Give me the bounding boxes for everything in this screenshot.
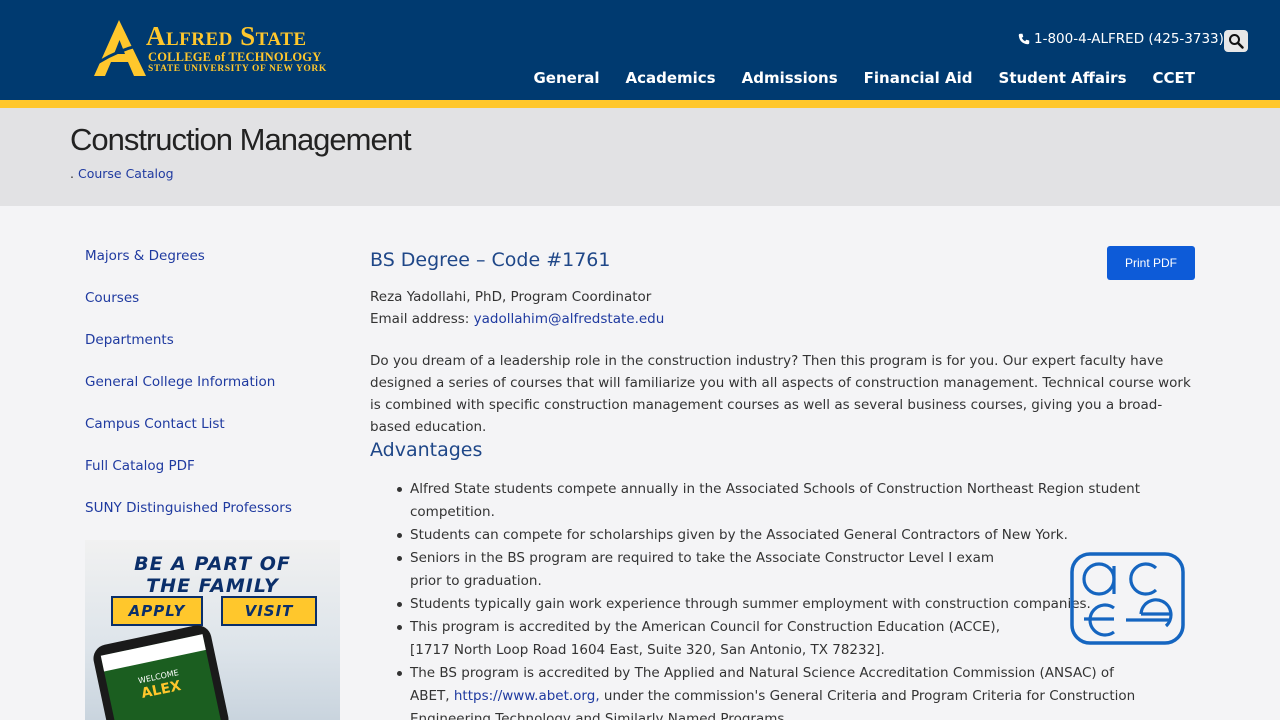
nav-academics[interactable]: Academics <box>625 68 715 88</box>
breadcrumb: . Course Catalog <box>70 166 174 181</box>
page-title: Construction Management <box>70 122 412 157</box>
list-item: Alfred State students compete annually i… <box>370 478 1150 524</box>
breadcrumb-course-catalog[interactable]: Course Catalog <box>78 166 174 181</box>
program-intro: Do you dream of a leadership role in the… <box>370 353 1191 435</box>
promo-banner[interactable]: BE A PART OF THE FAMILY APPLY VISIT WELC… <box>85 540 340 720</box>
search-icon <box>1229 34 1244 49</box>
sidebar-item-suny-distinguished-professors[interactable]: SUNY Distinguished Professors <box>85 498 340 540</box>
sidebar-item-general-college-information[interactable]: General College Information <box>85 372 340 414</box>
bullet-icon <box>397 487 402 492</box>
phone-link[interactable]: 1-800-4-ALFRED (425-3733) <box>1018 31 1224 47</box>
advantage-text: Students typically gain work experience … <box>410 596 1091 612</box>
nav-ccet[interactable]: CCET <box>1153 68 1196 88</box>
sidebar-item-departments[interactable]: Departments <box>85 330 340 372</box>
advantage-text: Seniors in the BS program are required t… <box>410 550 995 589</box>
print-pdf-button[interactable]: Print PDF <box>1107 246 1195 280</box>
advantages-list: Alfred State students compete annually i… <box>370 478 1150 720</box>
list-item: Students typically gain work experience … <box>370 593 1150 616</box>
promo-visit-button[interactable]: VISIT <box>221 596 317 626</box>
sidebar-item-campus-contact-list[interactable]: Campus Contact List <box>85 414 340 456</box>
logo-name: Alfred State <box>146 21 307 51</box>
bullet-icon <box>397 556 402 561</box>
advantage-text: This program is accredited by the Americ… <box>410 619 1000 658</box>
main-navigation: General Academics Admissions Financial A… <box>533 68 1195 88</box>
promo-apply-button[interactable]: APPLY <box>111 596 203 626</box>
bullet-icon <box>397 602 402 607</box>
logo-subtitle: COLLEGE of TECHNOLOGY <box>148 50 322 64</box>
sidebar-nav: Majors & Degrees Courses Departments Gen… <box>85 246 340 540</box>
nav-admissions[interactable]: Admissions <box>742 68 838 88</box>
list-item: The BS program is accredited by The Appl… <box>370 662 1150 720</box>
acce-logo[interactable] <box>1070 552 1185 645</box>
logo-a-mark-icon <box>89 20 149 76</box>
bullet-icon <box>397 671 402 676</box>
nav-general[interactable]: General <box>533 68 599 88</box>
abet-link[interactable]: https://www.abet.org, <box>454 688 600 704</box>
advantages-heading: Advantages <box>370 439 483 461</box>
advantage-text: Students can compete for scholarships gi… <box>410 527 1068 543</box>
bullet-icon <box>397 533 402 538</box>
promo-phone-screen: WELCOME ALEX <box>100 634 224 720</box>
search-button[interactable] <box>1224 30 1248 52</box>
list-item: Students can compete for scholarships gi… <box>370 524 1150 547</box>
sidebar-item-majors-degrees[interactable]: Majors & Degrees <box>85 246 340 288</box>
phone-icon <box>1018 33 1030 45</box>
promo-phone-image: WELCOME ALEX <box>90 622 232 720</box>
list-item: Seniors in the BS program are required t… <box>370 547 1150 593</box>
sidebar-item-full-catalog-pdf[interactable]: Full Catalog PDF <box>85 456 340 498</box>
coordinator-name: Reza Yadollahi, PhD, Program Coordinator <box>370 289 652 305</box>
promo-headline-2: THE FAMILY <box>146 575 279 597</box>
coordinator-email-link[interactable]: yadollahim@alfredstate.edu <box>474 311 665 327</box>
phone-number: 1-800-4-ALFRED (425-3733) <box>1034 31 1224 47</box>
nav-student-affairs[interactable]: Student Affairs <box>999 68 1127 88</box>
logo-tagline: STATE UNIVERSITY OF NEW YORK <box>148 64 327 74</box>
coordinator-info: Reza Yadollahi, PhD, Program Coordinator… <box>370 286 664 330</box>
breadcrumb-prefix: . <box>70 166 74 181</box>
degree-heading: BS Degree – Code #1761 <box>370 249 611 271</box>
bullet-icon <box>397 625 402 630</box>
sidebar-item-courses[interactable]: Courses <box>85 288 340 330</box>
header-gold-stripe <box>0 100 1280 108</box>
list-item: This program is accredited by the Americ… <box>370 616 1150 662</box>
advantage-text: Alfred State students compete annually i… <box>410 481 1140 520</box>
alfred-state-logo[interactable]: Alfred State COLLEGE of TECHNOLOGY STATE… <box>88 18 340 80</box>
coordinator-email-line: Email address: yadollahim@alfredstate.ed… <box>370 308 664 330</box>
email-label: Email address: <box>370 311 470 327</box>
promo-headline-1: BE A PART OF <box>134 553 291 575</box>
nav-financial-aid[interactable]: Financial Aid <box>864 68 973 88</box>
